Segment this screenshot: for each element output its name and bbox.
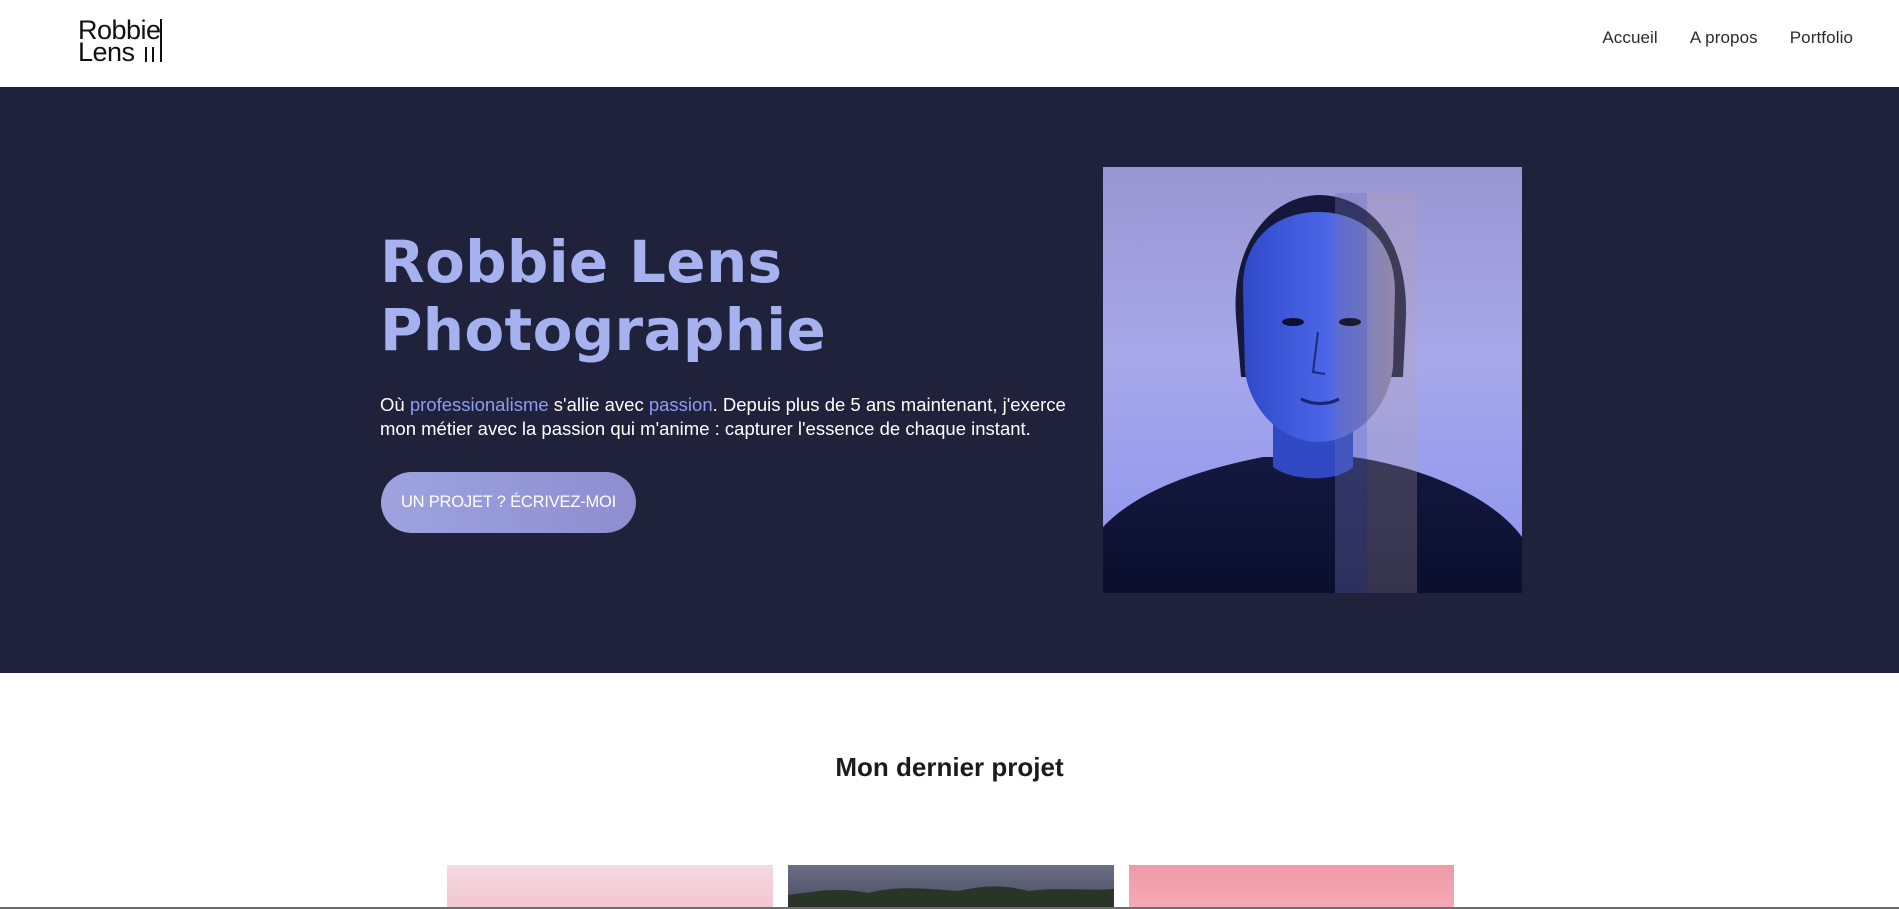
hero-text-part1: Où [380, 394, 410, 415]
hero-description: Où professionalisme s'allie avec passion… [380, 393, 1100, 441]
logo-bar [152, 47, 154, 62]
project-thumbnail[interactable] [788, 865, 1114, 909]
mountain-silhouette [788, 886, 1114, 909]
logo-bar [145, 47, 147, 62]
portrait-illustration [1103, 193, 1522, 593]
hero-section: Robbie Lens Photographie Où professional… [0, 87, 1899, 673]
nav-portfolio[interactable]: Portfolio [1790, 28, 1853, 48]
project-thumbnail[interactable] [1129, 865, 1454, 909]
contact-cta-button[interactable]: UN PROJET ? ÉCRIVEZ-MOI [381, 472, 636, 533]
hero-highlight-passion: passion [648, 394, 713, 415]
logo-bar [160, 19, 162, 62]
hero-title-line1: Robbie Lens [380, 228, 783, 296]
site-header: Robbie Lens Accueil A propos Portfolio [0, 0, 1899, 87]
project-thumbnail[interactable] [447, 865, 773, 909]
hero-title: Robbie Lens Photographie [380, 228, 826, 364]
nav-accueil[interactable]: Accueil [1602, 28, 1658, 48]
hero-highlight-professionalisme: professionalisme [409, 394, 549, 415]
logo-line2: Lens [78, 37, 135, 67]
hero-text-part2: s'allie avec [548, 394, 649, 415]
section-title-last-project: Mon dernier projet [835, 752, 1064, 782]
nav-a-propos[interactable]: A propos [1690, 28, 1758, 48]
project-gallery [447, 865, 1454, 909]
hero-title-line2: Photographie [380, 296, 827, 364]
main-nav: Accueil A propos Portfolio [1602, 28, 1853, 48]
logo[interactable]: Robbie Lens [78, 17, 168, 67]
portrait-photo [1103, 167, 1522, 593]
